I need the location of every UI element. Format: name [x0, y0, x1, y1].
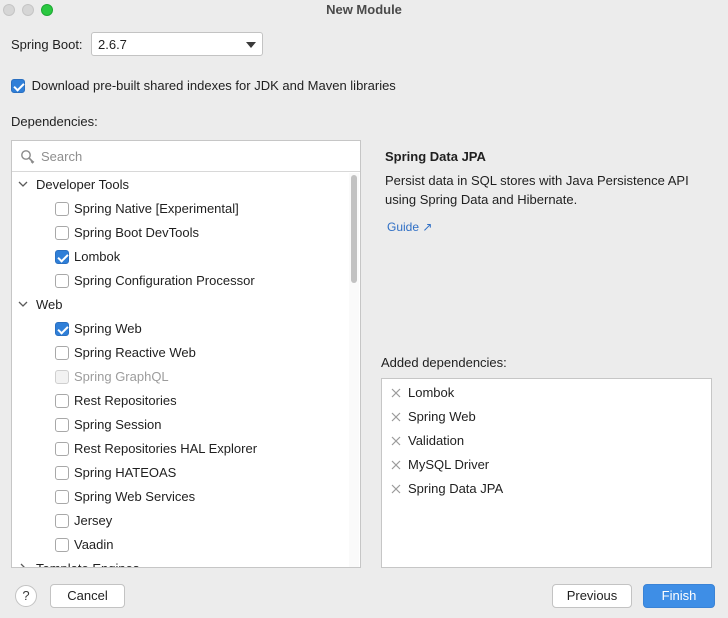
tree-item-checkbox[interactable]: [55, 418, 69, 432]
tree-item-spring-hateoas[interactable]: Spring HATEOAS: [12, 461, 348, 485]
added-dependency-label: MySQL Driver: [408, 457, 490, 472]
detail-title: Spring Data JPA: [385, 149, 486, 164]
added-dependency-item: Validation: [382, 429, 711, 453]
tree-group-label: Template Engines: [36, 557, 139, 567]
tree-item-checkbox[interactable]: [55, 250, 69, 264]
download-indexes-checkbox[interactable]: [11, 78, 25, 93]
search-icon: [21, 150, 35, 164]
cancel-button[interactable]: Cancel: [50, 584, 125, 608]
tree-item-spring-web[interactable]: Spring Web: [12, 317, 348, 341]
tree-item-checkbox[interactable]: [55, 490, 69, 504]
tree-item-label: Spring Configuration Processor: [74, 273, 255, 288]
added-dependencies-label: Added dependencies:: [381, 355, 507, 370]
added-dependency-label: Spring Data JPA: [408, 481, 504, 496]
tree-group-label: Developer Tools: [36, 177, 129, 192]
added-dependency-item: MySQL Driver: [382, 453, 711, 477]
added-dependency-label: Spring Web: [408, 409, 476, 424]
tree-item-label: Spring GraphQL: [74, 369, 169, 384]
tree-item-vaadin[interactable]: Vaadin: [12, 533, 348, 557]
tree-group-label: Web: [36, 297, 63, 312]
tree-item-checkbox[interactable]: [55, 274, 69, 288]
tree-item-checkbox[interactable]: [55, 322, 69, 336]
download-indexes-option[interactable]: Download pre-built shared indexes for JD…: [11, 77, 396, 93]
tree-item-lombok[interactable]: Lombok: [12, 245, 348, 269]
detail-description: Persist data in SQL stores with Java Per…: [385, 173, 689, 207]
chevron-down-icon: [246, 42, 256, 48]
guide-link[interactable]: Guide ↗: [387, 220, 432, 234]
tree-item-label: Spring Reactive Web: [74, 345, 196, 360]
tree-item-spring-graphql: Spring GraphQL: [12, 365, 348, 389]
tree-item-label: Spring Boot DevTools: [74, 225, 200, 240]
tree-item-label: Vaadin: [74, 537, 114, 552]
tree-item-checkbox[interactable]: [55, 346, 69, 360]
tree-item-label: Spring Session: [74, 417, 162, 432]
tree-item-label: Spring Web: [74, 321, 142, 336]
window-title: New Module: [326, 2, 402, 17]
added-dependency-item: Lombok: [382, 381, 711, 405]
spring-boot-version-value: 2.6.7: [98, 37, 127, 52]
tree-item-spring-boot-devtools[interactable]: Spring Boot DevTools: [12, 221, 348, 245]
chevron-down-icon[interactable]: [18, 179, 28, 189]
remove-icon[interactable]: [391, 460, 401, 470]
help-button[interactable]: ?: [15, 585, 37, 607]
tree-item-checkbox: [55, 370, 69, 384]
tree-item-label: Spring HATEOAS: [74, 465, 177, 480]
dependency-tree-panel: Search Developer Tools Spring Native [Ex…: [11, 140, 361, 568]
tree-item-checkbox[interactable]: [55, 466, 69, 480]
tree-item-checkbox[interactable]: [55, 202, 69, 216]
tree-item-jersey[interactable]: Jersey: [12, 509, 348, 533]
tree-item-checkbox[interactable]: [55, 226, 69, 240]
title-bar: New Module: [0, 0, 728, 20]
tree-item-checkbox[interactable]: [55, 394, 69, 408]
tree-item-label: Jersey: [74, 513, 113, 528]
added-dependency-item: Spring Web: [382, 405, 711, 429]
tree-group-developer-tools[interactable]: Developer Tools: [12, 173, 348, 197]
added-dependency-label: Lombok: [408, 385, 455, 400]
tree-item-spring-web-services[interactable]: Spring Web Services: [12, 485, 348, 509]
remove-icon[interactable]: [391, 388, 401, 398]
tree-item-spring-configuration-processor[interactable]: Spring Configuration Processor: [12, 269, 348, 293]
tree-item-spring-reactive-web[interactable]: Spring Reactive Web: [12, 341, 348, 365]
tree-item-label: Lombok: [74, 249, 121, 264]
remove-icon[interactable]: [391, 484, 401, 494]
tree-item-checkbox[interactable]: [55, 514, 69, 528]
chevron-down-icon[interactable]: [18, 299, 28, 309]
search-input[interactable]: Search: [12, 141, 360, 172]
tree-item-label: Spring Web Services: [74, 489, 196, 504]
added-dependency-item: Spring Data JPA: [382, 477, 711, 501]
tree-item-spring-session[interactable]: Spring Session: [12, 413, 348, 437]
download-indexes-label: Download pre-built shared indexes for JD…: [31, 78, 396, 94]
tree-scrollbar[interactable]: [349, 173, 359, 567]
tree-group-template-engines[interactable]: Template Engines: [12, 557, 348, 568]
chevron-right-icon[interactable]: [18, 563, 28, 568]
tree-item-spring-native[interactable]: Spring Native [Experimental]: [12, 197, 348, 221]
tree-item-label: Rest Repositories: [74, 393, 177, 408]
finish-button[interactable]: Finish: [643, 584, 715, 608]
tree-group-web[interactable]: Web: [12, 293, 348, 317]
dependencies-label: Dependencies:: [11, 114, 98, 129]
tree-scrollbar-thumb[interactable]: [351, 175, 357, 283]
tree-item-rest-repositories-hal-explorer[interactable]: Rest Repositories HAL Explorer: [12, 437, 348, 461]
spring-boot-version-select[interactable]: 2.6.7: [91, 32, 263, 56]
tree-item-rest-repositories[interactable]: Rest Repositories: [12, 389, 348, 413]
remove-icon[interactable]: [391, 412, 401, 422]
remove-icon[interactable]: [391, 436, 401, 446]
tree-item-label: Rest Repositories HAL Explorer: [74, 441, 258, 456]
search-placeholder: Search: [41, 149, 83, 164]
spring-boot-label: Spring Boot:: [11, 37, 83, 52]
tree-item-checkbox[interactable]: [55, 538, 69, 552]
tree-item-checkbox[interactable]: [55, 442, 69, 456]
previous-button[interactable]: Previous: [552, 584, 632, 608]
dependency-tree: Developer Tools Spring Native [Experimen…: [12, 173, 360, 568]
added-dependency-label: Validation: [408, 433, 465, 448]
added-dependencies-list: Lombok Spring Web Validation MySQL Drive…: [381, 378, 712, 568]
tree-item-label: Spring Native [Experimental]: [74, 201, 239, 216]
